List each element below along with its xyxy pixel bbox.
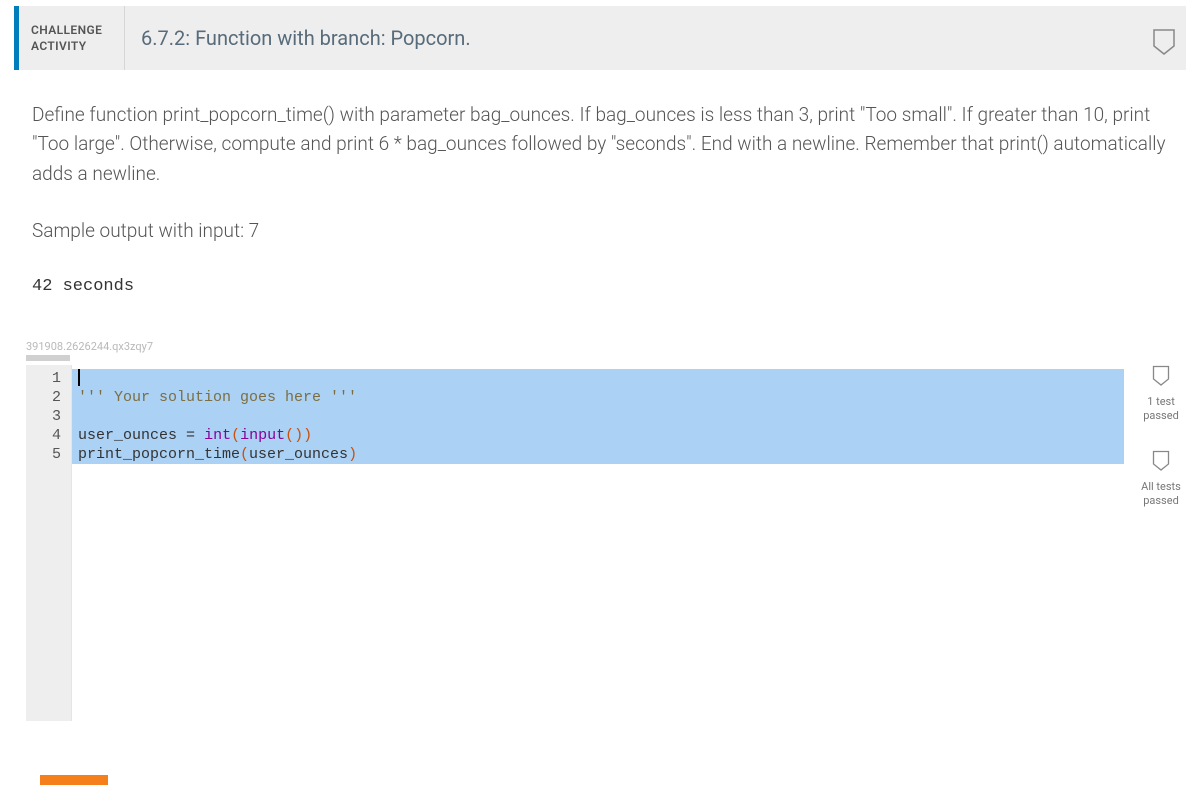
line-number: 3 (26, 407, 71, 426)
all-tests-shield-icon[interactable] (1152, 450, 1170, 475)
code-editor[interactable]: 1 2 3 4 5 ''' Your solution goes here ''… (26, 365, 1124, 721)
challenge-header: CHALLENGE ACTIVITY 6.7.2: Function with … (14, 6, 1186, 70)
sample-output-label: Sample output with input: 7 (32, 216, 1168, 245)
line-number: 4 (26, 426, 71, 445)
completion-shield-icon[interactable] (1152, 28, 1176, 60)
one-test-passed-label: 1 test passed (1136, 395, 1186, 424)
line-number: 1 (26, 369, 71, 388)
test-badges-column: 1 test passed All tests passed (1136, 365, 1186, 721)
category-line-2: ACTIVITY (31, 38, 124, 54)
horizontal-scrollbar[interactable] (26, 355, 70, 361)
page-container: CHALLENGE ACTIVITY 6.7.2: Function with … (0, 6, 1200, 721)
editor-row: 1 2 3 4 5 ''' Your solution goes here ''… (26, 365, 1186, 721)
line-number-gutter: 1 2 3 4 5 (26, 365, 72, 721)
category-line-1: CHALLENGE (31, 22, 124, 38)
code-line[interactable] (78, 369, 1124, 388)
all-tests-passed-label: All tests passed (1136, 480, 1186, 509)
one-test-shield-icon[interactable] (1152, 365, 1170, 390)
problem-statement: Define function print_popcorn_time() wit… (0, 70, 1200, 300)
problem-description: Define function print_popcorn_time() wit… (32, 100, 1168, 188)
line-number: 5 (26, 445, 71, 464)
code-line[interactable]: user_ounces = int(input()) (78, 426, 1124, 445)
code-line[interactable]: ''' Your solution goes here ''' (78, 388, 1124, 407)
run-button[interactable] (40, 775, 108, 785)
code-line[interactable] (78, 407, 1124, 426)
line-number: 2 (26, 388, 71, 407)
activity-category: CHALLENGE ACTIVITY (19, 6, 125, 70)
challenge-title: 6.7.2: Function with branch: Popcorn. (125, 6, 471, 70)
sample-output-value: 42 seconds (32, 274, 1168, 300)
code-content[interactable]: ''' Your solution goes here ''' user_oun… (78, 369, 1124, 464)
code-line[interactable]: print_popcorn_time(user_ounces) (78, 445, 1124, 464)
question-id: 391908.2626244.qx3zqy7 (0, 300, 1200, 353)
